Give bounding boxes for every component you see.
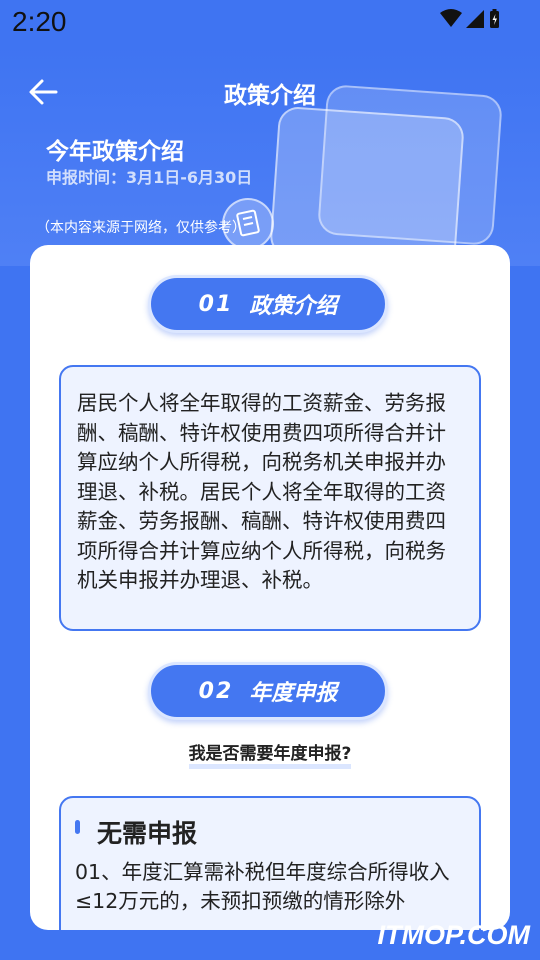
section-number: 01	[198, 291, 234, 317]
policy-description-box: 居民个人将全年取得的工资薪金、劳务报酬、稿酬、特许权使用费四项所得合并计算应纳个…	[59, 365, 481, 631]
answer-box: 无需申报 01、年度汇算需补税但年度综合所得收入≤12万元的，未预扣预缴的情形除…	[59, 796, 481, 930]
section-title: 年度申报	[249, 681, 338, 706]
content-card: 01 政策介绍 居民个人将全年取得的工资薪金、劳务报酬、稿酬、特许权使用费四项所…	[30, 245, 510, 930]
section-header-policy: 01 政策介绍	[148, 275, 388, 333]
status-icons	[440, 9, 499, 28]
declaration-period: 申报时间：3月1日-6月30日	[46, 168, 253, 187]
battery-icon	[490, 9, 499, 28]
answer-title: 无需申报	[97, 819, 198, 848]
status-time: 2:20	[12, 6, 67, 37]
declaration-question: 我是否需要年度申报?	[30, 739, 510, 769]
watermark: ITMOP.COM	[377, 920, 530, 950]
decorative-glass-card	[268, 105, 466, 269]
section-number: 02	[198, 678, 234, 704]
section-title: 政策介绍	[249, 294, 338, 319]
question-text: 我是否需要年度申报?	[188, 744, 352, 769]
page-title: 政策介绍	[224, 83, 316, 109]
answer-text: 01、年度汇算需补税但年度综合所得收入≤12万元的，未预扣预缴的情形除外	[75, 860, 450, 913]
wifi-icon	[440, 9, 462, 27]
policy-text: 居民个人将全年取得的工资薪金、劳务报酬、稿酬、特许权使用费四项所得合并计算应纳个…	[77, 391, 446, 592]
answer-marker	[75, 820, 80, 834]
source-disclaimer: （本内容来源于网络，仅供参考）	[36, 220, 246, 236]
section-header-annual: 02 年度申报	[148, 662, 388, 720]
status-bar: 2:20	[0, 0, 540, 46]
hero-title: 今年政策介绍	[46, 139, 184, 165]
signal-icon	[466, 10, 484, 28]
